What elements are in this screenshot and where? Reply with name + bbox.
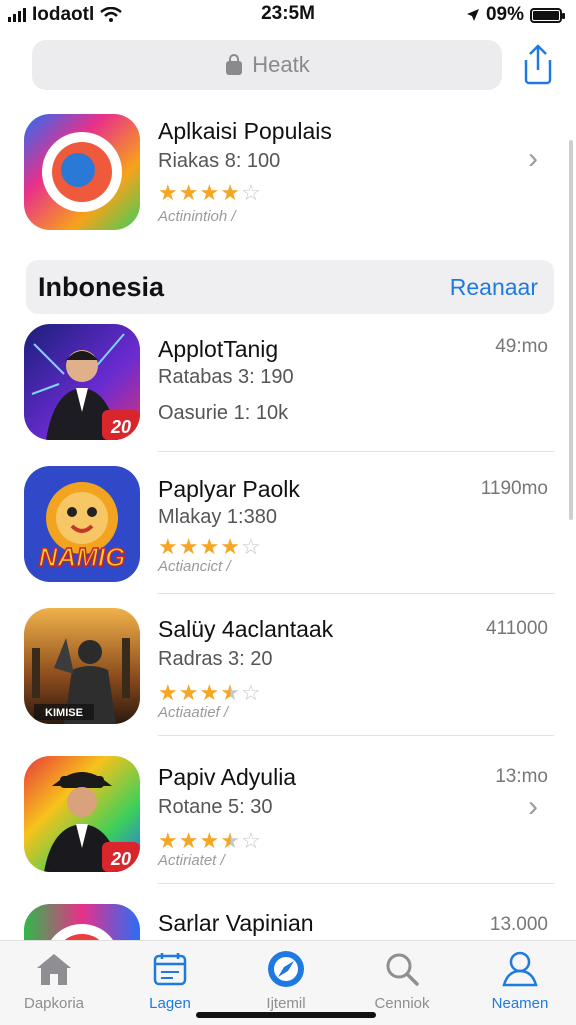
list-item[interactable]: Sarlar Vapinian 13.000: [24, 902, 554, 942]
app-meta: 13:mo: [495, 766, 548, 787]
compass-icon: [268, 951, 304, 987]
star-icon: ★: [178, 180, 200, 205]
battery-percent: 09%: [485, 4, 524, 25]
tab-label: Lagen: [149, 995, 191, 1012]
battery-icon: [530, 7, 565, 23]
app-icon: 20: [24, 756, 140, 872]
svg-text:20: 20: [110, 849, 131, 869]
calendar-icon: [153, 953, 187, 986]
featured-subtitle: Riakas 8: 100: [158, 150, 281, 172]
featured-app[interactable]: Aplkaisi Populais Riakas 8: 100 ★★★★☆ Ac…: [24, 112, 554, 240]
app-title: Paplyar Paolk: [158, 476, 300, 502]
star-icon: ★: [158, 180, 179, 205]
section-action-link[interactable]: Reanaar: [450, 274, 538, 301]
section-header: Inbonesia Reanaar: [26, 260, 554, 314]
divider: [158, 451, 554, 452]
divider: [158, 883, 554, 884]
app-subtitle: Ratabas 3: 190: [158, 366, 294, 388]
tab-cenniok[interactable]: Cenniok: [352, 947, 452, 1012]
list-item[interactable]: NAMIG Paplyar Paolk Mlakay 1:380 ★★★★☆ A…: [24, 464, 554, 594]
star-icon: ☆: [240, 534, 262, 559]
search-icon: [386, 953, 419, 986]
app-meta: 1190mo: [480, 478, 548, 499]
star-icon: ★: [178, 534, 200, 559]
star-icon: ★: [220, 534, 241, 559]
app-subtitle: Rotane 5: 30: [158, 796, 273, 818]
svg-text:KIMISE: KIMISE: [45, 707, 83, 719]
star-icon: ★: [178, 828, 200, 853]
star-icon: ★: [158, 828, 179, 853]
app-rating: ★★★★☆: [158, 828, 262, 854]
tab-ijtemil[interactable]: Ijtemil: [236, 947, 336, 1012]
featured-caption: Actinintioh /: [158, 208, 236, 225]
app-title: Sarlar Vapinian: [158, 910, 314, 936]
app-icon: [24, 904, 140, 942]
star-icon: ☆: [240, 680, 262, 705]
star-icon: ★: [199, 534, 221, 559]
search-label: Heatk: [252, 52, 310, 77]
star-icon: ★: [199, 828, 221, 853]
app-downloads: Oasurie 1: 10k: [158, 402, 289, 424]
app-title: Salüy 4aclantaak: [158, 616, 334, 642]
app-caption: Actiancict /: [158, 558, 231, 575]
star-icon: ★: [199, 680, 221, 705]
bag-icon: [226, 54, 243, 75]
app-subtitle: Mlakay 1:380: [158, 506, 277, 528]
location-arrow-icon: [466, 9, 479, 21]
app-subtitle: Radras 3: 20: [158, 648, 273, 670]
app-icon: 20: [24, 324, 140, 440]
star-icon: ☆: [240, 828, 262, 853]
app-title: ApplotTanig: [158, 336, 279, 362]
list-item[interactable]: KIMISE Salüy 4aclantaak Radras 3: 20 ★★★…: [24, 606, 554, 736]
star-icon: ★: [199, 180, 221, 205]
star-icon: ★: [220, 680, 241, 705]
scroll-indicator[interactable]: [569, 140, 573, 520]
star-icon: ★: [158, 680, 179, 705]
app-caption: Actiriatet /: [158, 852, 225, 869]
tab-label: Neamen: [491, 995, 549, 1012]
status-right: 09%: [466, 4, 565, 26]
divider: [158, 735, 554, 736]
home-icon: [37, 954, 71, 985]
featured-rating: ★★★★☆: [158, 180, 262, 206]
app-icon: NAMIG: [24, 466, 140, 582]
star-icon: ☆: [240, 180, 262, 205]
tab-label: Dapkoria: [23, 995, 85, 1012]
divider: [158, 593, 554, 594]
status-bar: Iodaotl 23:5M 09%: [0, 0, 576, 30]
chevron-right-icon[interactable]: ›: [528, 790, 538, 824]
app-meta: 49:mo: [495, 336, 548, 357]
share-icon: [524, 44, 552, 85]
app-title: Papiv Adyulia: [158, 764, 297, 790]
app-meta: 411000: [486, 618, 548, 639]
featured-title: Aplkaisi Populais: [158, 118, 332, 144]
tab-dapkoria[interactable]: Dapkoria: [4, 947, 104, 1012]
tab-lagen[interactable]: Lagen: [120, 947, 220, 1012]
home-indicator[interactable]: [196, 1012, 376, 1018]
star-icon: ★: [178, 680, 200, 705]
app-meta: 13.000: [489, 914, 548, 935]
app-caption: Actiaatief /: [158, 704, 229, 721]
app-rating: ★★★★☆: [158, 534, 262, 560]
chevron-right-icon[interactable]: ›: [528, 142, 538, 176]
search-bar[interactable]: Heatk: [32, 40, 502, 90]
tab-neamen[interactable]: Neamen: [470, 947, 570, 1012]
tab-label: Cenniok: [374, 995, 430, 1012]
section-title: Inbonesia: [38, 272, 165, 302]
star-icon: ★: [158, 534, 179, 559]
star-icon: ★: [220, 180, 241, 205]
featured-app-icon: [24, 114, 140, 230]
star-icon: ★: [220, 828, 241, 853]
person-icon: [502, 951, 538, 987]
app-icon: KIMISE: [24, 608, 140, 724]
list-item[interactable]: 20 Papiv Adyulia Rotane 5: 30 ★★★★☆ Acti…: [24, 754, 554, 884]
svg-text:NAMIG: NAMIG: [39, 542, 126, 572]
app-rating: ★★★★☆: [158, 680, 262, 706]
list-item[interactable]: 20 ApplotTanig Ratabas 3: 190 Oasurie 1:…: [24, 322, 554, 452]
tab-label: Ijtemil: [266, 995, 306, 1012]
share-button[interactable]: [518, 42, 558, 86]
svg-text:20: 20: [110, 417, 131, 437]
